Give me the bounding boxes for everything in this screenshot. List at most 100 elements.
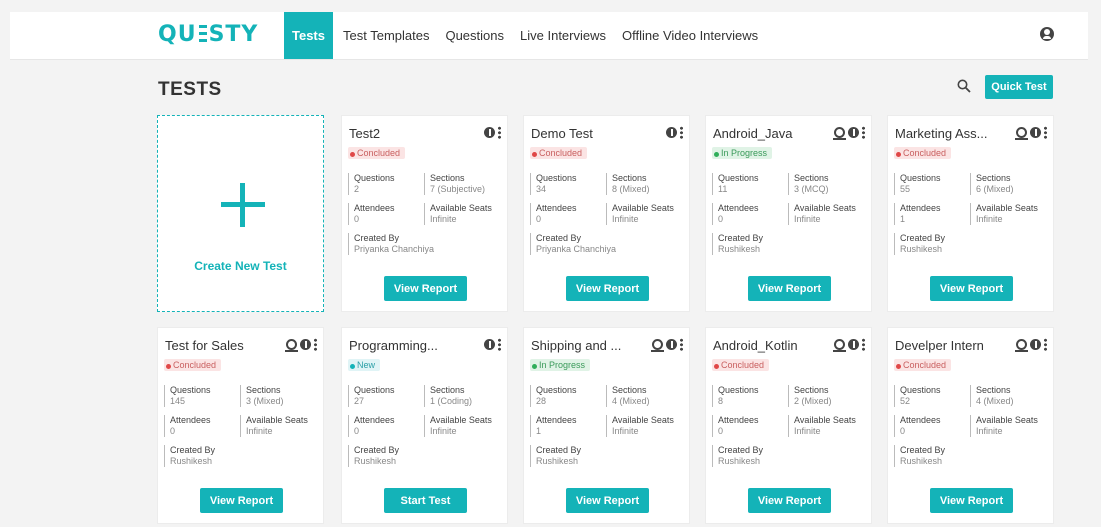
field-value: 0 [354, 426, 360, 436]
card-actions [484, 338, 501, 351]
quick-test-button[interactable]: Quick Test [985, 75, 1053, 99]
test-title: Android_Java [713, 126, 793, 141]
status-badge: Concluded [894, 359, 952, 371]
field-label: Attendees [354, 203, 395, 213]
search-icon[interactable] [957, 79, 971, 93]
nav-offline-video-interviews[interactable]: Offline Video Interviews [614, 12, 766, 59]
info-icon[interactable] [484, 127, 495, 138]
view-report-button[interactable]: View Report [930, 276, 1013, 301]
start-test-button[interactable]: Start Test [384, 488, 467, 513]
nav-test-templates[interactable]: Test Templates [335, 12, 437, 59]
test-card: Develper Intern Concluded Questions 52 Secti… [887, 327, 1054, 524]
field-label: Created By [354, 445, 400, 455]
field-value: Rushikesh [536, 456, 579, 466]
field-label: Sections [976, 385, 1011, 395]
field-value: 2 (Mixed) [794, 396, 832, 406]
more-options-icon[interactable] [862, 338, 865, 351]
view-report-button[interactable]: View Report [384, 276, 467, 301]
nav-tests[interactable]: Tests [284, 12, 333, 59]
status-badge: New [348, 359, 381, 371]
field-value: 1 [536, 426, 542, 436]
sections-field: Sections 1 (Coding) [424, 385, 472, 407]
available-seats-field: Available Seats Infinite [240, 415, 308, 437]
more-options-icon[interactable] [1044, 126, 1047, 139]
field-label: Questions [536, 173, 577, 183]
field-label: Questions [536, 385, 577, 395]
field-value: 34 [536, 184, 547, 194]
nav-live-interviews[interactable]: Live Interviews [512, 12, 614, 59]
info-icon[interactable] [666, 127, 677, 138]
more-options-icon[interactable] [498, 338, 501, 351]
more-options-icon[interactable] [498, 126, 501, 139]
questions-field: Questions 11 [712, 173, 759, 195]
status-badge: Concluded [894, 147, 952, 159]
test-card: Test2 Concluded Questions 2 Sections 7 (Subje… [341, 115, 508, 312]
field-label: Created By [718, 233, 764, 243]
view-report-button[interactable]: View Report [566, 488, 649, 513]
info-icon[interactable] [848, 127, 859, 138]
webcam-icon [833, 339, 846, 352]
info-icon[interactable] [1030, 339, 1041, 350]
view-report-button[interactable]: View Report [748, 276, 831, 301]
test-card: Shipping and ... In Progress Questions 28 Se… [523, 327, 690, 524]
create-new-test-card[interactable]: Create New Test [157, 115, 324, 312]
available-seats-field: Available Seats Infinite [970, 203, 1038, 225]
card-actions [484, 126, 501, 139]
test-card: Demo Test Concluded Questions 34 Sections 8 (… [523, 115, 690, 312]
field-value: Rushikesh [354, 456, 397, 466]
test-title: Marketing Ass... [895, 126, 988, 141]
more-options-icon[interactable] [862, 126, 865, 139]
field-label: Attendees [354, 415, 395, 425]
field-value: 8 (Mixed) [612, 184, 650, 194]
more-options-icon[interactable] [314, 338, 317, 351]
field-value: 3 (MCQ) [794, 184, 829, 194]
info-icon[interactable] [300, 339, 311, 350]
questions-field: Questions 28 [530, 385, 577, 407]
status-badge: Concluded [530, 147, 588, 159]
field-label: Available Seats [794, 415, 856, 425]
field-label: Created By [536, 233, 582, 243]
field-value: 7 (Subjective) [430, 184, 486, 194]
card-actions [833, 338, 865, 352]
view-report-button[interactable]: View Report [566, 276, 649, 301]
field-label: Attendees [718, 203, 759, 213]
field-label: Sections [430, 385, 465, 395]
available-seats-field: Available Seats Infinite [424, 415, 492, 437]
field-value: Rushikesh [900, 456, 943, 466]
questions-field: Questions 145 [164, 385, 211, 407]
info-icon[interactable] [1030, 127, 1041, 138]
field-label: Sections [246, 385, 281, 395]
field-label: Attendees [900, 203, 941, 213]
status-badge: Concluded [712, 359, 770, 371]
field-label: Sections [976, 173, 1011, 183]
questy-logo[interactable]: QU STY [158, 22, 258, 47]
field-value: 0 [170, 426, 176, 436]
info-icon[interactable] [666, 339, 677, 350]
info-icon[interactable] [848, 339, 859, 350]
user-account-icon[interactable] [1040, 27, 1054, 41]
field-value: 8 [718, 396, 724, 406]
view-report-button[interactable]: View Report [200, 488, 283, 513]
nav-questions[interactable]: Questions [437, 12, 512, 59]
sections-field: Sections 6 (Mixed) [970, 173, 1014, 195]
status-badge: Concluded [164, 359, 222, 371]
created-by-field: Created By Priyanka Chanchiya [348, 233, 434, 255]
status-badge: In Progress [712, 147, 773, 159]
view-report-button[interactable]: View Report [930, 488, 1013, 513]
field-value: Infinite [794, 214, 821, 224]
view-report-button[interactable]: View Report [748, 488, 831, 513]
info-icon[interactable] [484, 339, 495, 350]
more-options-icon[interactable] [680, 126, 683, 139]
field-value: Infinite [794, 426, 821, 436]
sections-field: Sections 4 (Mixed) [606, 385, 650, 407]
available-seats-field: Available Seats Infinite [424, 203, 492, 225]
more-options-icon[interactable] [680, 338, 683, 351]
field-value: Rushikesh [170, 456, 213, 466]
created-by-field: Created By Rushikesh [348, 445, 399, 467]
field-label: Sections [794, 385, 829, 395]
field-value: 4 (Mixed) [976, 396, 1014, 406]
sections-field: Sections 3 (MCQ) [788, 173, 829, 195]
more-options-icon[interactable] [1044, 338, 1047, 351]
sections-field: Sections 2 (Mixed) [788, 385, 832, 407]
field-label: Questions [900, 173, 941, 183]
